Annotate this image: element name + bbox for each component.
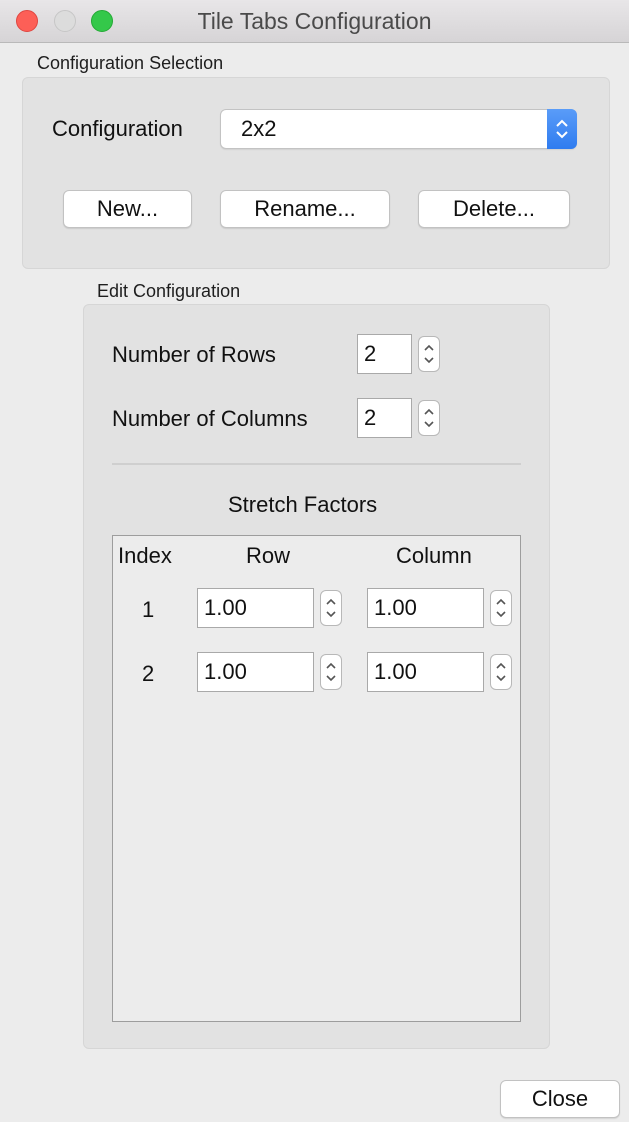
row-1-row-factor-stepper[interactable] [320, 590, 342, 626]
rename-button[interactable]: Rename... [220, 190, 390, 228]
separator [112, 463, 521, 465]
rows-stepper[interactable] [418, 336, 440, 372]
delete-button[interactable]: Delete... [418, 190, 570, 228]
stepper-arrows-icon [424, 344, 434, 364]
row-1-row-factor-field[interactable]: 1.00 [197, 588, 314, 628]
header-index: Index [118, 543, 172, 568]
row-1-row-factor-value: 1.00 [204, 595, 247, 620]
columns-field[interactable]: 2 [357, 398, 412, 438]
rows-field[interactable]: 2 [357, 334, 412, 374]
row-1-column-factor-field[interactable]: 1.00 [367, 588, 484, 628]
row-2-row-factor-field[interactable]: 1.00 [197, 652, 314, 692]
stepper-arrows-icon [326, 598, 336, 618]
stepper-arrows-icon [424, 408, 434, 428]
columns-stepper[interactable] [418, 400, 440, 436]
rows-value: 2 [364, 341, 377, 366]
row-2-column-factor-stepper[interactable] [490, 654, 512, 690]
row-1-column-factor-value: 1.00 [374, 595, 417, 620]
stepper-arrows-icon [326, 662, 336, 682]
stepper-arrows-icon [496, 662, 506, 682]
title-bar: Tile Tabs Configuration [0, 0, 629, 43]
edit-configuration-group-label: Edit Configuration [97, 281, 241, 301]
popup-arrows-icon [547, 109, 577, 149]
row-2-row-factor-value: 1.00 [204, 659, 247, 684]
row-1-column-factor-stepper[interactable] [490, 590, 512, 626]
row-2-column-factor-value: 1.00 [374, 659, 417, 684]
header-column: Column [396, 543, 472, 568]
row-1-index: 1 [142, 597, 155, 622]
new-button[interactable]: New... [63, 190, 192, 228]
config-selection-box [22, 77, 610, 269]
row-2-row-factor-stepper[interactable] [320, 654, 342, 690]
stretch-factors-title: Stretch Factors [228, 492, 378, 517]
columns-label: Number of Columns [112, 406, 308, 431]
close-button[interactable]: Close [500, 1080, 620, 1118]
rows-label: Number of Rows [112, 342, 276, 367]
configuration-popup[interactable]: 2x2 [220, 109, 577, 149]
config-selection-group-label: Configuration Selection [37, 53, 224, 73]
configuration-selected-value: 2x2 [241, 116, 277, 141]
row-2-column-factor-field[interactable]: 1.00 [367, 652, 484, 692]
window-title: Tile Tabs Configuration [197, 8, 432, 34]
configuration-label: Configuration [52, 116, 183, 141]
row-2-index: 2 [142, 661, 155, 686]
columns-value: 2 [364, 405, 377, 430]
stepper-arrows-icon [496, 598, 506, 618]
header-row: Row [246, 543, 291, 568]
